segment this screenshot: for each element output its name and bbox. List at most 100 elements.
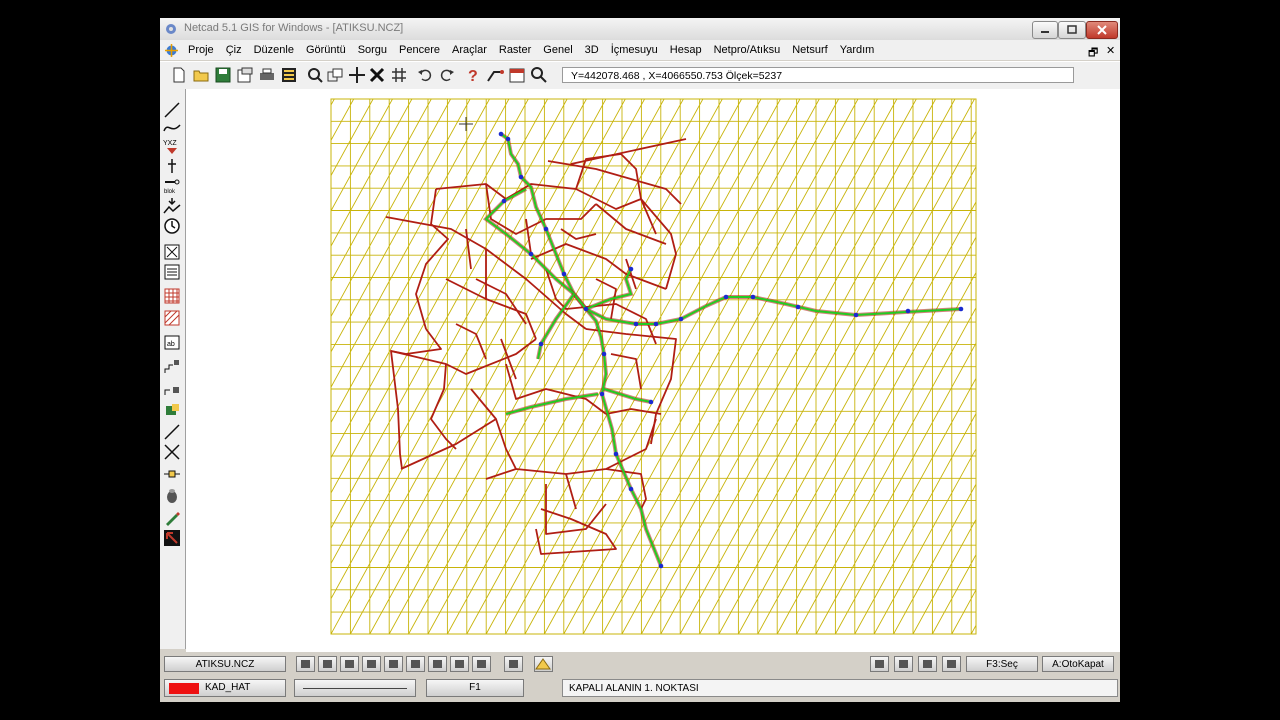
zoom-icon[interactable] — [306, 66, 324, 84]
menu-pencere[interactable]: Pencere — [393, 44, 446, 56]
symbol-tool-icon[interactable] — [163, 157, 181, 175]
polyline-icon[interactable] — [486, 66, 504, 84]
cross-box-icon[interactable] — [163, 243, 181, 261]
menu-netpro-atiksu[interactable]: Netpro/Atıksu — [708, 44, 787, 56]
open-folder-icon[interactable] — [192, 66, 210, 84]
road-segment — [610, 353, 642, 390]
profile-tool-icon[interactable] — [163, 197, 181, 215]
main-menu: Proje Çiz Düzenle Görüntü Sorgu Pencere … — [182, 40, 880, 60]
menu-raster[interactable]: Raster — [493, 44, 537, 56]
layer-tool-5[interactable] — [384, 656, 403, 672]
query-zoom-icon[interactable] — [530, 66, 548, 84]
map-drawing[interactable] — [186, 89, 1120, 652]
node-color-icon[interactable] — [163, 401, 181, 419]
menu-ciz[interactable]: Çiz — [220, 44, 248, 56]
menu-3d[interactable]: 3D — [579, 44, 605, 56]
menu-icmesuyu[interactable]: İçmesuyu — [605, 44, 664, 56]
delete-icon[interactable] — [368, 66, 386, 84]
mdi-close-button[interactable]: ✕ — [1106, 44, 1115, 57]
layer-tool-10[interactable] — [504, 656, 523, 672]
pipeline-segment — [603, 388, 652, 403]
layer-color-swatch — [169, 683, 199, 694]
snap-tool-1[interactable] — [870, 656, 889, 672]
layer-tool-8[interactable] — [450, 656, 469, 672]
pipeline-casing — [536, 292, 576, 360]
curve-tool-icon[interactable] — [163, 119, 181, 137]
pen-icon[interactable] — [163, 509, 181, 527]
undo-icon[interactable] — [416, 66, 434, 84]
redo-icon[interactable] — [438, 66, 456, 84]
pan-icon[interactable] — [348, 66, 366, 84]
pipeline-node — [628, 266, 634, 272]
pipeline-node — [648, 399, 654, 405]
clock-icon[interactable] — [163, 217, 181, 235]
pipeline-node — [601, 351, 607, 357]
active-layer-button[interactable]: KAD_HAT — [164, 679, 286, 697]
line-tool-icon[interactable] — [163, 101, 181, 119]
layer-tool-3[interactable] — [340, 656, 359, 672]
minimize-button[interactable] — [1032, 21, 1058, 39]
left-drawing-toolbar: YXZ blok ab — [160, 89, 186, 649]
maximize-button[interactable] — [1058, 21, 1086, 39]
close-button[interactable] — [1086, 21, 1118, 39]
snap-tool-4[interactable] — [942, 656, 961, 672]
menu-bar: Proje Çiz Düzenle Görüntü Sorgu Pencere … — [160, 40, 1120, 60]
select-button[interactable]: F3:Seç — [966, 656, 1038, 672]
map-canvas[interactable] — [186, 89, 1120, 652]
menu-hesap[interactable]: Hesap — [664, 44, 708, 56]
road-segment — [455, 323, 487, 360]
menu-proje[interactable]: Proje — [182, 44, 220, 56]
print-icon[interactable] — [258, 66, 276, 84]
block-tool-icon[interactable]: blok — [163, 177, 181, 195]
select-arrow-icon[interactable] — [163, 529, 181, 547]
layer-tool-4[interactable] — [362, 656, 381, 672]
save-as-icon[interactable] — [236, 66, 254, 84]
snap-tool-2[interactable] — [894, 656, 913, 672]
menu-sorgu[interactable]: Sorgu — [352, 44, 393, 56]
text-list-icon[interactable] — [163, 263, 181, 281]
node-stair-icon[interactable] — [163, 357, 181, 375]
calendar-icon[interactable] — [508, 66, 526, 84]
layer-tool-7[interactable] — [428, 656, 447, 672]
road-segment — [515, 418, 657, 475]
new-file-icon[interactable] — [170, 66, 188, 84]
text-label-icon[interactable]: ab — [163, 333, 181, 351]
menu-genel[interactable]: Genel — [537, 44, 578, 56]
diagonal-line-icon[interactable] — [163, 423, 181, 441]
intersect-icon[interactable] — [163, 443, 181, 461]
hatch-icon[interactable] — [163, 309, 181, 327]
layer-tool-6[interactable] — [406, 656, 425, 672]
help-icon[interactable]: ? — [464, 66, 482, 84]
layer-tool-1[interactable] — [296, 656, 315, 672]
node-move-icon[interactable] — [163, 379, 181, 397]
layers-icon[interactable] — [280, 66, 298, 84]
snap-tool-3[interactable] — [918, 656, 937, 672]
menu-goruntu[interactable]: Görüntü — [300, 44, 352, 56]
move-icon[interactable] — [390, 66, 408, 84]
function-key-button[interactable]: F1 — [426, 679, 524, 697]
warning-icon[interactable] — [534, 656, 553, 672]
title-bar[interactable]: Netcad 5.1 GIS for Windows - [ATIKSU.NCZ… — [160, 18, 1120, 41]
pipeline-node — [561, 271, 567, 277]
linetype-button[interactable] — [294, 679, 416, 697]
netcad-app-icon — [166, 24, 176, 34]
layer-tool-2[interactable] — [318, 656, 337, 672]
menu-yardim[interactable]: Yardım — [834, 44, 881, 56]
auto-close-button[interactable]: A:OtoKapat — [1042, 656, 1114, 672]
svg-text:YXZ: YXZ — [163, 140, 177, 147]
save-icon[interactable] — [214, 66, 232, 84]
menu-duzenle[interactable]: Düzenle — [248, 44, 300, 56]
manhole-icon[interactable] — [163, 487, 181, 505]
dimension-icon[interactable] — [163, 465, 181, 483]
document-icon[interactable] — [164, 43, 179, 58]
menu-netsurf[interactable]: Netsurf — [786, 44, 833, 56]
pipeline-node — [501, 198, 507, 204]
layer-file-button[interactable]: ATIKSU.NCZ — [164, 656, 286, 672]
layer-tool-9[interactable] — [472, 656, 491, 672]
pipeline-node — [505, 136, 511, 142]
xyz-point-icon[interactable]: YXZ — [163, 137, 181, 155]
grid-fill-icon[interactable] — [163, 287, 181, 305]
menu-araclar[interactable]: Araçlar — [446, 44, 493, 56]
zoom-window-icon[interactable] — [326, 66, 344, 84]
window-title: Netcad 5.1 GIS for Windows - [ATIKSU.NCZ… — [184, 22, 404, 34]
